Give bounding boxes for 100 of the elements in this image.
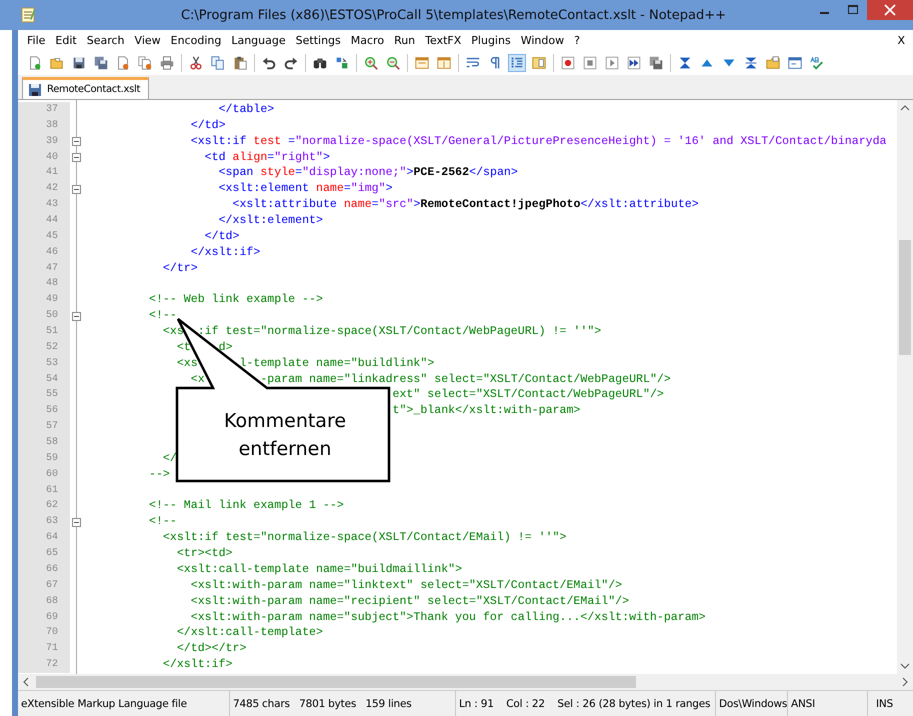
status-text: INS [876,698,894,710]
window-title: C:\Program Files (x86)\ESTOS\ProCall 5\templates\RemoteContact.xslt - Notepad++ [180,8,728,22]
line-number: 69 [18,610,70,626]
code-text: <!-- Mail link example 1 --> [149,499,344,512]
code-text: </td> [190,118,226,132]
code-text: </xslt:call-template> [176,626,323,640]
menu-item[interactable]: File [22,34,50,46]
menu-item[interactable]: TextFX [420,34,466,46]
code-text: <xslt:if test="normalize-space(XSLT/Contact/EMail) != ''"> [162,531,566,544]
line-number: 50 [18,308,70,324]
line-number: 49 [18,292,70,308]
file-tab[interactable]: RemoteContact.xslt [22,77,150,99]
code-text: </table> [218,103,274,116]
code-text: <t [176,340,191,354]
code-text: <xslt:attribute name="src">RemoteContact!jpegPhoto</xslt:attribute> [232,198,699,212]
code-text: :if test="normalize-space(XSLT/Contact/WebPageURL) != ''"> [198,325,602,338]
callout-text: Kommentare entfernen [222,409,348,462]
code-text: </xslt:element> [218,214,323,228]
tab-label: RemoteContact.xslt [47,84,140,95]
line-number: 52 [18,340,70,356]
line-number: 45 [18,228,70,245]
code-text: <tr><td> [176,547,233,560]
line-number: 58 [18,435,70,451]
line-number: 55 [18,387,70,404]
line-number: 68 [18,594,70,610]
fold-minus-icon[interactable] [72,137,81,146]
close-document-button[interactable]: X [897,34,913,46]
app-icon [20,7,36,23]
menu-item[interactable]: Window [516,34,570,46]
code-text: <xslt:with-param name="recipient" select="XSLT/Contact/EMail"/> [190,594,630,608]
documents-icon[interactable] [136,54,154,72]
line-number: 60 [18,466,70,483]
line-number: 48 [18,276,70,292]
floppy-icon [29,84,41,96]
status-text: eXtensible Markup Language file [21,698,187,710]
line-number: 37 [18,102,70,118]
menu-item[interactable]: Run [389,34,420,46]
menu-item[interactable]: Settings [290,34,346,46]
line-number: 71 [18,641,70,658]
line-number: 40 [18,150,70,166]
line-number: 54 [18,372,70,388]
code-text: <!-- Web link example --> [149,293,323,306]
code-text: <x [190,372,205,386]
code-text: <!-- [149,515,177,528]
fold-minus-icon[interactable] [72,518,81,527]
indent-guide-icon[interactable] [508,54,526,72]
line-number: 53 [18,356,70,372]
line-number: 70 [18,625,70,642]
line-number: 57 [18,419,70,436]
menu-item[interactable]: Language [226,34,291,46]
code-text: <!-- [149,309,177,322]
code-text: </tr> [162,262,198,275]
line-number: 64 [18,530,70,546]
code-text: <xslt:with-param name="subject">Thank you for calling...</xslt:with-param> [190,610,706,624]
code-text: <xs [176,356,198,370]
line-number: 59 [18,450,70,467]
code-text: -param name="linkadress" select="XSLT/Contact/WebPageURL"/> [260,372,671,386]
line-number: 65 [18,546,70,562]
line-number: 61 [18,482,70,498]
menu-item[interactable]: Plugins [466,34,516,46]
folder-icon[interactable] [764,54,782,72]
status-text: ANSI [791,698,815,710]
status-text: Ln : 91 Col : 22 Sel : 26 (28 bytes) in 1 ranges [459,698,710,710]
code-text: </xslt:if> [162,658,232,672]
code-text: t">_blank</xslt:with-param> [392,404,580,418]
line-number: 38 [18,118,70,134]
code-text: ext" select="XSLT/Contact/WebPageURL"/> [392,388,664,402]
line-number: 62 [18,498,70,514]
menu-item[interactable]: Search [82,34,130,46]
code-text: <xs [162,325,184,338]
status-text: Dos\Windows [719,698,788,710]
printer-icon[interactable] [158,54,176,72]
line-number: 67 [18,578,70,594]
code-text: <td align="right"> [204,150,330,164]
code-text: </td></tr> [176,642,246,656]
menu-item[interactable]: Macro [346,34,390,46]
code-text: </ [162,452,177,465]
fold-minus-icon[interactable] [72,153,81,162]
menu-item[interactable]: ? [569,34,585,46]
line-number: 46 [18,244,70,261]
menu-item[interactable]: View [130,34,166,46]
line-number: 66 [18,562,70,578]
fold-minus-icon[interactable] [72,312,81,321]
fold-minus-icon[interactable] [72,184,81,194]
scrollbar-thumb[interactable] [36,676,636,688]
status-text: 7485 chars 7801 bytes 159 lines [233,698,412,710]
code-text: <span style="display:none;">PCE-2562</span> [218,166,518,180]
close-button[interactable] [867,0,913,20]
scrollbar-thumb[interactable] [899,240,911,355]
line-number: 72 [18,657,70,673]
code-text: <xslt:with-param name="linktext" select="XSLT/Contact/EMail"/> [190,578,622,592]
menu-item[interactable]: Edit [50,34,82,46]
copy-icon[interactable] [209,54,227,72]
code-text: </xslt:if> [190,246,260,259]
menu-item[interactable]: Encoding [166,34,226,46]
code-text: <xslt:if test ="normalize-space(XSLT/General/PicturePresenceHeight) = '16' and XSLT/Contact/binaryda [190,134,887,148]
line-number: 43 [18,197,70,214]
code-text: l-template name="buildlink"> [239,356,434,370]
code-text: <xslt:element name="img"> [218,182,393,196]
line-number: 63 [18,514,70,530]
